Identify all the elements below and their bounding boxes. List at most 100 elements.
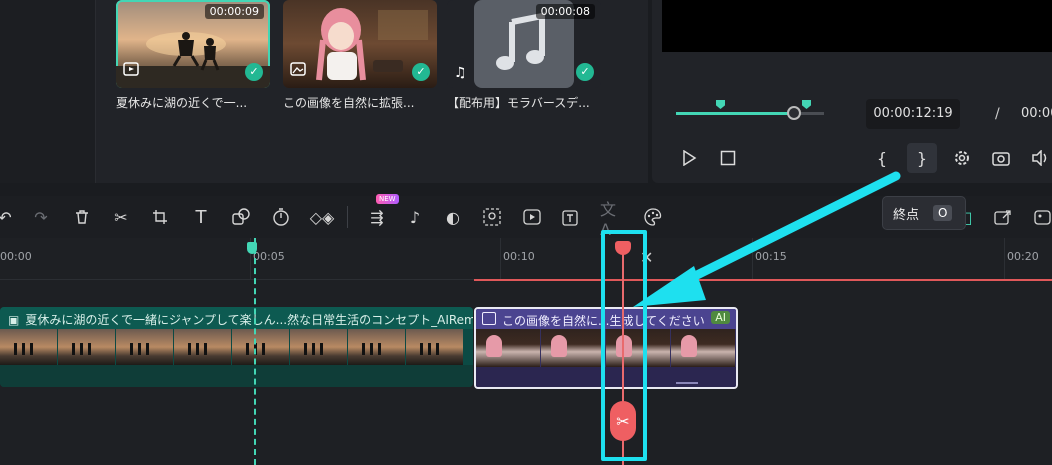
- total-timecode: 00:00: [1021, 106, 1052, 121]
- ruler-tick: [752, 238, 753, 280]
- filmstrip-frame: [290, 329, 348, 365]
- shape-icon: [232, 208, 250, 225]
- export-icon: [994, 210, 1011, 225]
- ai-object-icon: [483, 208, 501, 226]
- media-item-audio[interactable]: 00:00:08 ♫ ✓: [447, 0, 601, 88]
- tooltip-shortcut: O: [933, 205, 953, 221]
- filmstrip-frame: [671, 329, 736, 367]
- volume-button[interactable]: [1028, 146, 1052, 170]
- shape-button[interactable]: [228, 204, 254, 230]
- audio-button[interactable]: ♪: [402, 204, 428, 230]
- filmstrip-frame: [58, 329, 116, 365]
- ai-audio-icon: ◐: [446, 207, 460, 227]
- cut-icon: ✂: [114, 207, 128, 227]
- media-sidebar: [0, 0, 96, 183]
- undo-button[interactable]: ↶: [0, 204, 18, 230]
- share-button[interactable]: [1030, 204, 1052, 230]
- ai-text-icon: [562, 210, 578, 226]
- ruler-label: 00:05: [253, 250, 285, 263]
- editor-root: 00:00:09 ✓ 夏休みに湖の近くで一... ✓ この画像を自然に拡張...: [0, 0, 1052, 465]
- mark-out-tooltip: 終点 O: [882, 196, 966, 230]
- cut-button[interactable]: ✂: [108, 204, 134, 230]
- toolbar-divider: [347, 206, 348, 228]
- stop-button[interactable]: [716, 146, 740, 170]
- mark-out-marker[interactable]: [802, 100, 811, 109]
- check-icon: ✓: [245, 63, 263, 81]
- media-item-label: 夏休みに湖の近くで一...: [116, 96, 248, 110]
- text-button[interactable]: T: [188, 204, 214, 230]
- image-icon: [482, 312, 496, 325]
- timeline-ruler[interactable]: 00:00 00:05 00:10 00:15 00:20: [0, 238, 1052, 280]
- ruler-label: 00:15: [755, 250, 787, 263]
- export-button[interactable]: [990, 204, 1016, 230]
- clip-filmstrip: [0, 329, 473, 365]
- timeline-clip-video[interactable]: ▣ 夏休みに湖の近くで一緒にジャンプして楽しん...然な日常生活のコンセプト_AI…: [0, 307, 473, 387]
- mark-in-icon: {: [876, 148, 888, 168]
- speed-button[interactable]: [268, 204, 294, 230]
- settings-icon: [955, 151, 969, 165]
- preview-screen: [662, 0, 1052, 52]
- color-icon: [644, 208, 662, 226]
- preview-progress-track[interactable]: [676, 112, 824, 115]
- play-icon: [683, 150, 697, 166]
- progress-knob[interactable]: [787, 106, 801, 120]
- tooltip-label: 終点: [893, 207, 920, 223]
- filmstrip-frame: [174, 329, 232, 365]
- redo-icon: ↷: [34, 207, 48, 227]
- check-icon: ✓: [412, 63, 430, 81]
- ruler-label: 00:10: [503, 250, 535, 263]
- undo-icon: ↶: [0, 207, 12, 227]
- crop-icon: [153, 210, 167, 224]
- keyframe-button[interactable]: ◇◈: [309, 204, 335, 230]
- clip-header: ▣ 夏休みに湖の近くで一緒にジャンプして楽しん...然な日常生活のコンセプト_AI…: [0, 307, 473, 329]
- delete-button[interactable]: [69, 204, 95, 230]
- play-button[interactable]: [677, 146, 701, 170]
- clip-duration-arrow: [676, 382, 698, 384]
- text-icon: T: [195, 206, 207, 228]
- media-item-label: この画像を自然に拡張...: [283, 96, 415, 110]
- settings-button[interactable]: [950, 146, 974, 170]
- translate-button[interactable]: 文A: [600, 200, 626, 239]
- check-icon: ✓: [576, 63, 594, 81]
- timeline[interactable]: 00:00 00:05 00:10 00:15 00:20 ▣ 夏休みに湖の近くで…: [0, 238, 1052, 465]
- mark-out-button[interactable]: }: [907, 143, 937, 173]
- ruler-tick: [1004, 238, 1005, 280]
- audio-icon: ♪: [409, 207, 421, 227]
- new-badge: NEW: [376, 194, 399, 204]
- image-icon: [290, 61, 306, 81]
- ai-text-button[interactable]: [558, 204, 584, 230]
- timecode-separator: /: [995, 106, 1000, 122]
- mark-in-button[interactable]: {: [870, 146, 894, 170]
- snapshot-icon: [992, 152, 1010, 166]
- mark-in-marker[interactable]: [716, 100, 725, 109]
- ai-object-button[interactable]: [479, 204, 505, 230]
- media-library-panel: 00:00:09 ✓ 夏休みに湖の近くで一... ✓ この画像を自然に拡張...: [0, 0, 648, 183]
- ruler-label: 00:20: [1007, 250, 1039, 263]
- annotation-highlight-box: [601, 230, 647, 461]
- in-point-handle[interactable]: [247, 242, 257, 254]
- media-item-image[interactable]: ✓: [283, 0, 437, 88]
- media-item-video[interactable]: 00:00:09 ✓: [116, 0, 270, 88]
- preview-progress-fill: [676, 112, 798, 115]
- ai-motion-button[interactable]: ⇶: [364, 204, 390, 230]
- ai-badge: AI: [711, 311, 730, 324]
- filmstrip-frame: [541, 329, 606, 367]
- selection-range-bar: [474, 279, 1052, 281]
- ai-video-icon: [523, 209, 541, 225]
- snapshot-button[interactable]: [989, 146, 1013, 170]
- ai-motion-icon: ⇶: [370, 207, 384, 227]
- crop-button[interactable]: [147, 204, 173, 230]
- redo-button[interactable]: ↷: [28, 204, 54, 230]
- ai-audio-button[interactable]: ◐: [440, 204, 466, 230]
- music-icon: ♫: [454, 65, 467, 81]
- filmstrip-frame: [0, 329, 58, 365]
- filmstrip-frame: [232, 329, 290, 365]
- current-timecode[interactable]: 00:00:12:19: [866, 99, 960, 129]
- media-duration: 00:00:08: [535, 4, 595, 19]
- ruler-label: 00:00: [0, 250, 32, 263]
- clip-title: 夏休みに湖の近くで一緒にジャンプして楽しん...然な日常生活のコンセプト_AIR…: [25, 313, 473, 327]
- filmstrip-frame: [116, 329, 174, 365]
- ai-video-button[interactable]: [519, 204, 545, 230]
- color-button[interactable]: [640, 204, 666, 230]
- media-duration: 00:00:09: [204, 4, 264, 19]
